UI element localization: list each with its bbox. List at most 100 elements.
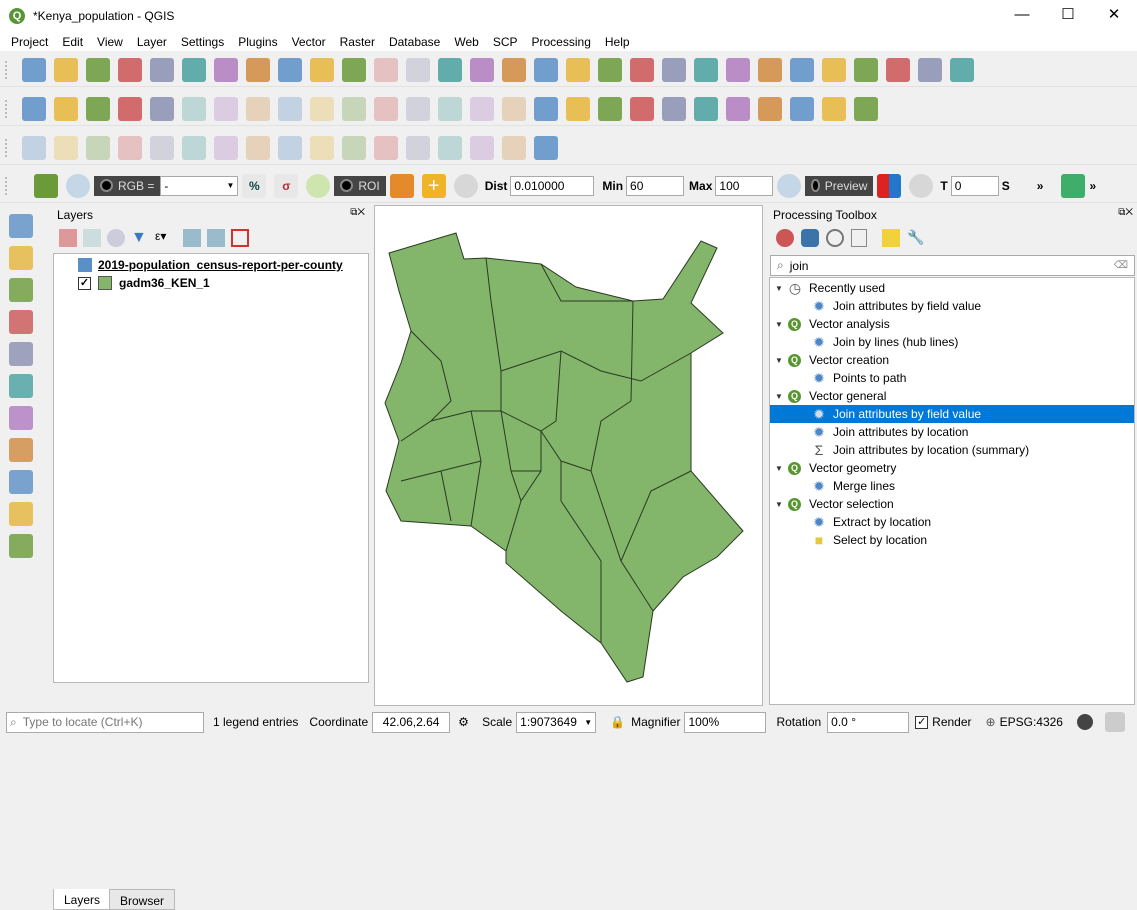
attribute-table-icon[interactable] bbox=[822, 57, 846, 82]
field-calculator-icon[interactable] bbox=[854, 57, 878, 82]
edit-features-in-place-icon[interactable] bbox=[882, 229, 900, 247]
zoom-in-icon[interactable] bbox=[310, 57, 334, 82]
select-by-value-icon[interactable] bbox=[758, 57, 782, 82]
tree-group[interactable]: ▼ Q Vector analysis bbox=[774, 315, 890, 333]
refresh-icon[interactable] bbox=[662, 57, 686, 82]
classification-preview-icon[interactable] bbox=[877, 173, 902, 198]
zoom-next-icon[interactable] bbox=[534, 57, 558, 82]
cut-icon[interactable] bbox=[374, 96, 398, 121]
menu-edit[interactable]: Edit bbox=[55, 35, 90, 49]
collapse-all-icon[interactable] bbox=[207, 229, 225, 247]
save-project-icon[interactable] bbox=[86, 57, 110, 82]
deselect-icon[interactable] bbox=[790, 57, 814, 82]
menu-processing[interactable]: Processing bbox=[525, 35, 598, 49]
t-spinbox[interactable]: 0 bbox=[950, 175, 999, 196]
preview-button[interactable]: Preview bbox=[805, 175, 874, 196]
algorithm-item[interactable]: ■ Select by location bbox=[812, 531, 927, 549]
algorithm-item[interactable]: ✹ Join attributes by field value bbox=[812, 297, 981, 315]
menu-help[interactable]: Help bbox=[598, 35, 637, 49]
zoom-out-icon[interactable] bbox=[342, 57, 366, 82]
locate-input[interactable]: ⌕ Type to locate (Ctrl+K) bbox=[6, 711, 204, 733]
new-bookmark-icon[interactable] bbox=[566, 57, 590, 82]
menu-plugins[interactable]: Plugins bbox=[231, 35, 284, 49]
processing-toolbox-icon[interactable] bbox=[886, 57, 910, 82]
panel-close-icon[interactable]: ⧉✕ bbox=[350, 207, 365, 218]
roi-button[interactable]: ROI bbox=[334, 175, 386, 196]
layer-item[interactable]: ✓ gadm36_KEN_1 bbox=[78, 274, 210, 292]
crs-button[interactable]: EPSG:4326 bbox=[1000, 715, 1063, 729]
menu-raster[interactable]: Raster bbox=[333, 35, 382, 49]
data-source-manager-icon[interactable] bbox=[22, 96, 46, 121]
rotation-spinbox[interactable]: 0.0 ° bbox=[827, 711, 910, 733]
render-checkbox[interactable]: ✓ bbox=[915, 715, 929, 729]
add-postgis-icon[interactable] bbox=[9, 374, 33, 398]
band-set-icon[interactable] bbox=[1061, 173, 1086, 198]
fill-ring-icon[interactable] bbox=[182, 135, 206, 160]
expression-filter-icon[interactable]: ε▾ bbox=[155, 229, 177, 247]
rotate-point-icon[interactable] bbox=[470, 135, 494, 160]
paste-icon[interactable] bbox=[438, 96, 462, 121]
label-highlight-icon[interactable] bbox=[630, 96, 654, 121]
label-move-icon[interactable] bbox=[694, 96, 718, 121]
save-edits-icon[interactable] bbox=[246, 96, 270, 121]
add-raster-layer-icon[interactable] bbox=[9, 246, 33, 270]
add-wms-icon[interactable] bbox=[9, 406, 33, 430]
results-viewer-icon[interactable] bbox=[851, 229, 867, 247]
digitize-icon[interactable] bbox=[118, 96, 142, 121]
toggle-editing-icon[interactable] bbox=[214, 96, 238, 121]
python-icon[interactable] bbox=[822, 96, 846, 121]
python-scripts-icon[interactable] bbox=[801, 229, 819, 247]
label-pin-icon[interactable] bbox=[598, 96, 622, 121]
menu-layer[interactable]: Layer bbox=[130, 35, 174, 49]
add-delimited-text-icon[interactable] bbox=[9, 310, 33, 334]
add-feature-icon[interactable] bbox=[278, 96, 302, 121]
zoom-full-icon[interactable] bbox=[406, 57, 430, 82]
more-tools-icon[interactable]: » bbox=[1037, 179, 1044, 193]
scale-combobox[interactable]: 1:9073649 ▼ bbox=[516, 711, 597, 733]
expand-arrow-icon[interactable]: ▼ bbox=[774, 356, 784, 365]
tab-layers[interactable]: Layers bbox=[53, 889, 112, 910]
scp-dock-icon[interactable] bbox=[534, 96, 558, 121]
layer-item[interactable]: 2019-population_census-report-per-county bbox=[78, 256, 343, 274]
scp-input-icon[interactable] bbox=[34, 173, 58, 198]
lock-scale-icon[interactable]: 🔒 bbox=[610, 715, 625, 729]
map-canvas[interactable] bbox=[374, 205, 763, 706]
min-spinbox[interactable]: 60 bbox=[626, 175, 685, 196]
pan-to-selection-icon[interactable] bbox=[278, 57, 302, 82]
expand-arrow-icon[interactable]: ▼ bbox=[774, 284, 784, 293]
add-wfs-icon[interactable] bbox=[9, 470, 33, 494]
rgb-select[interactable]: - ▼ bbox=[160, 175, 239, 196]
pan-icon[interactable] bbox=[246, 57, 270, 82]
tree-group[interactable]: ▼ Q Vector selection bbox=[774, 495, 894, 513]
tree-group[interactable]: ▼ ◷ Recently used bbox=[774, 279, 885, 297]
expand-arrow-icon[interactable]: ▼ bbox=[774, 392, 784, 401]
coordinate-field[interactable]: 42.06,2.64 bbox=[372, 711, 451, 733]
magnifier-spinbox[interactable]: 100% bbox=[684, 711, 767, 733]
zoom-to-layer-icon[interactable] bbox=[470, 57, 494, 82]
show-bookmarks-icon[interactable] bbox=[598, 57, 622, 82]
add-ring-icon[interactable] bbox=[118, 135, 142, 160]
rotate-icon[interactable] bbox=[54, 135, 78, 160]
legend-entries[interactable]: 1 legend entries bbox=[213, 715, 298, 729]
add-vector-layer-icon[interactable] bbox=[9, 214, 33, 238]
add-raster-icon[interactable] bbox=[150, 96, 174, 121]
more-tools-icon[interactable]: » bbox=[1089, 179, 1096, 193]
models-icon[interactable] bbox=[776, 229, 794, 247]
copy-icon[interactable] bbox=[406, 96, 430, 121]
new-project-icon[interactable] bbox=[22, 57, 46, 82]
menu-scp[interactable]: SCP bbox=[486, 35, 525, 49]
delete-selected-icon[interactable] bbox=[342, 96, 366, 121]
vertex-tool-icon[interactable] bbox=[310, 96, 334, 121]
std-dev-stretch-icon[interactable]: σ bbox=[274, 173, 299, 198]
draw-roi-icon[interactable] bbox=[389, 173, 414, 198]
style-icon[interactable] bbox=[59, 229, 77, 247]
algorithm-item[interactable]: ✹ Extract by location bbox=[812, 513, 931, 531]
add-vector-layer-icon[interactable] bbox=[54, 96, 78, 121]
merge-selected-icon[interactable] bbox=[438, 135, 462, 160]
merge-attributes-icon[interactable] bbox=[406, 135, 430, 160]
add-group-icon[interactable] bbox=[83, 229, 101, 247]
expand-arrow-icon[interactable]: ▼ bbox=[774, 320, 784, 329]
algorithm-item[interactable]: ✹ Join by lines (hub lines) bbox=[812, 333, 958, 351]
algorithm-item[interactable]: ✹ Join attributes by field value bbox=[770, 405, 1134, 423]
algorithm-item[interactable]: ✹ Join attributes by location bbox=[812, 423, 968, 441]
